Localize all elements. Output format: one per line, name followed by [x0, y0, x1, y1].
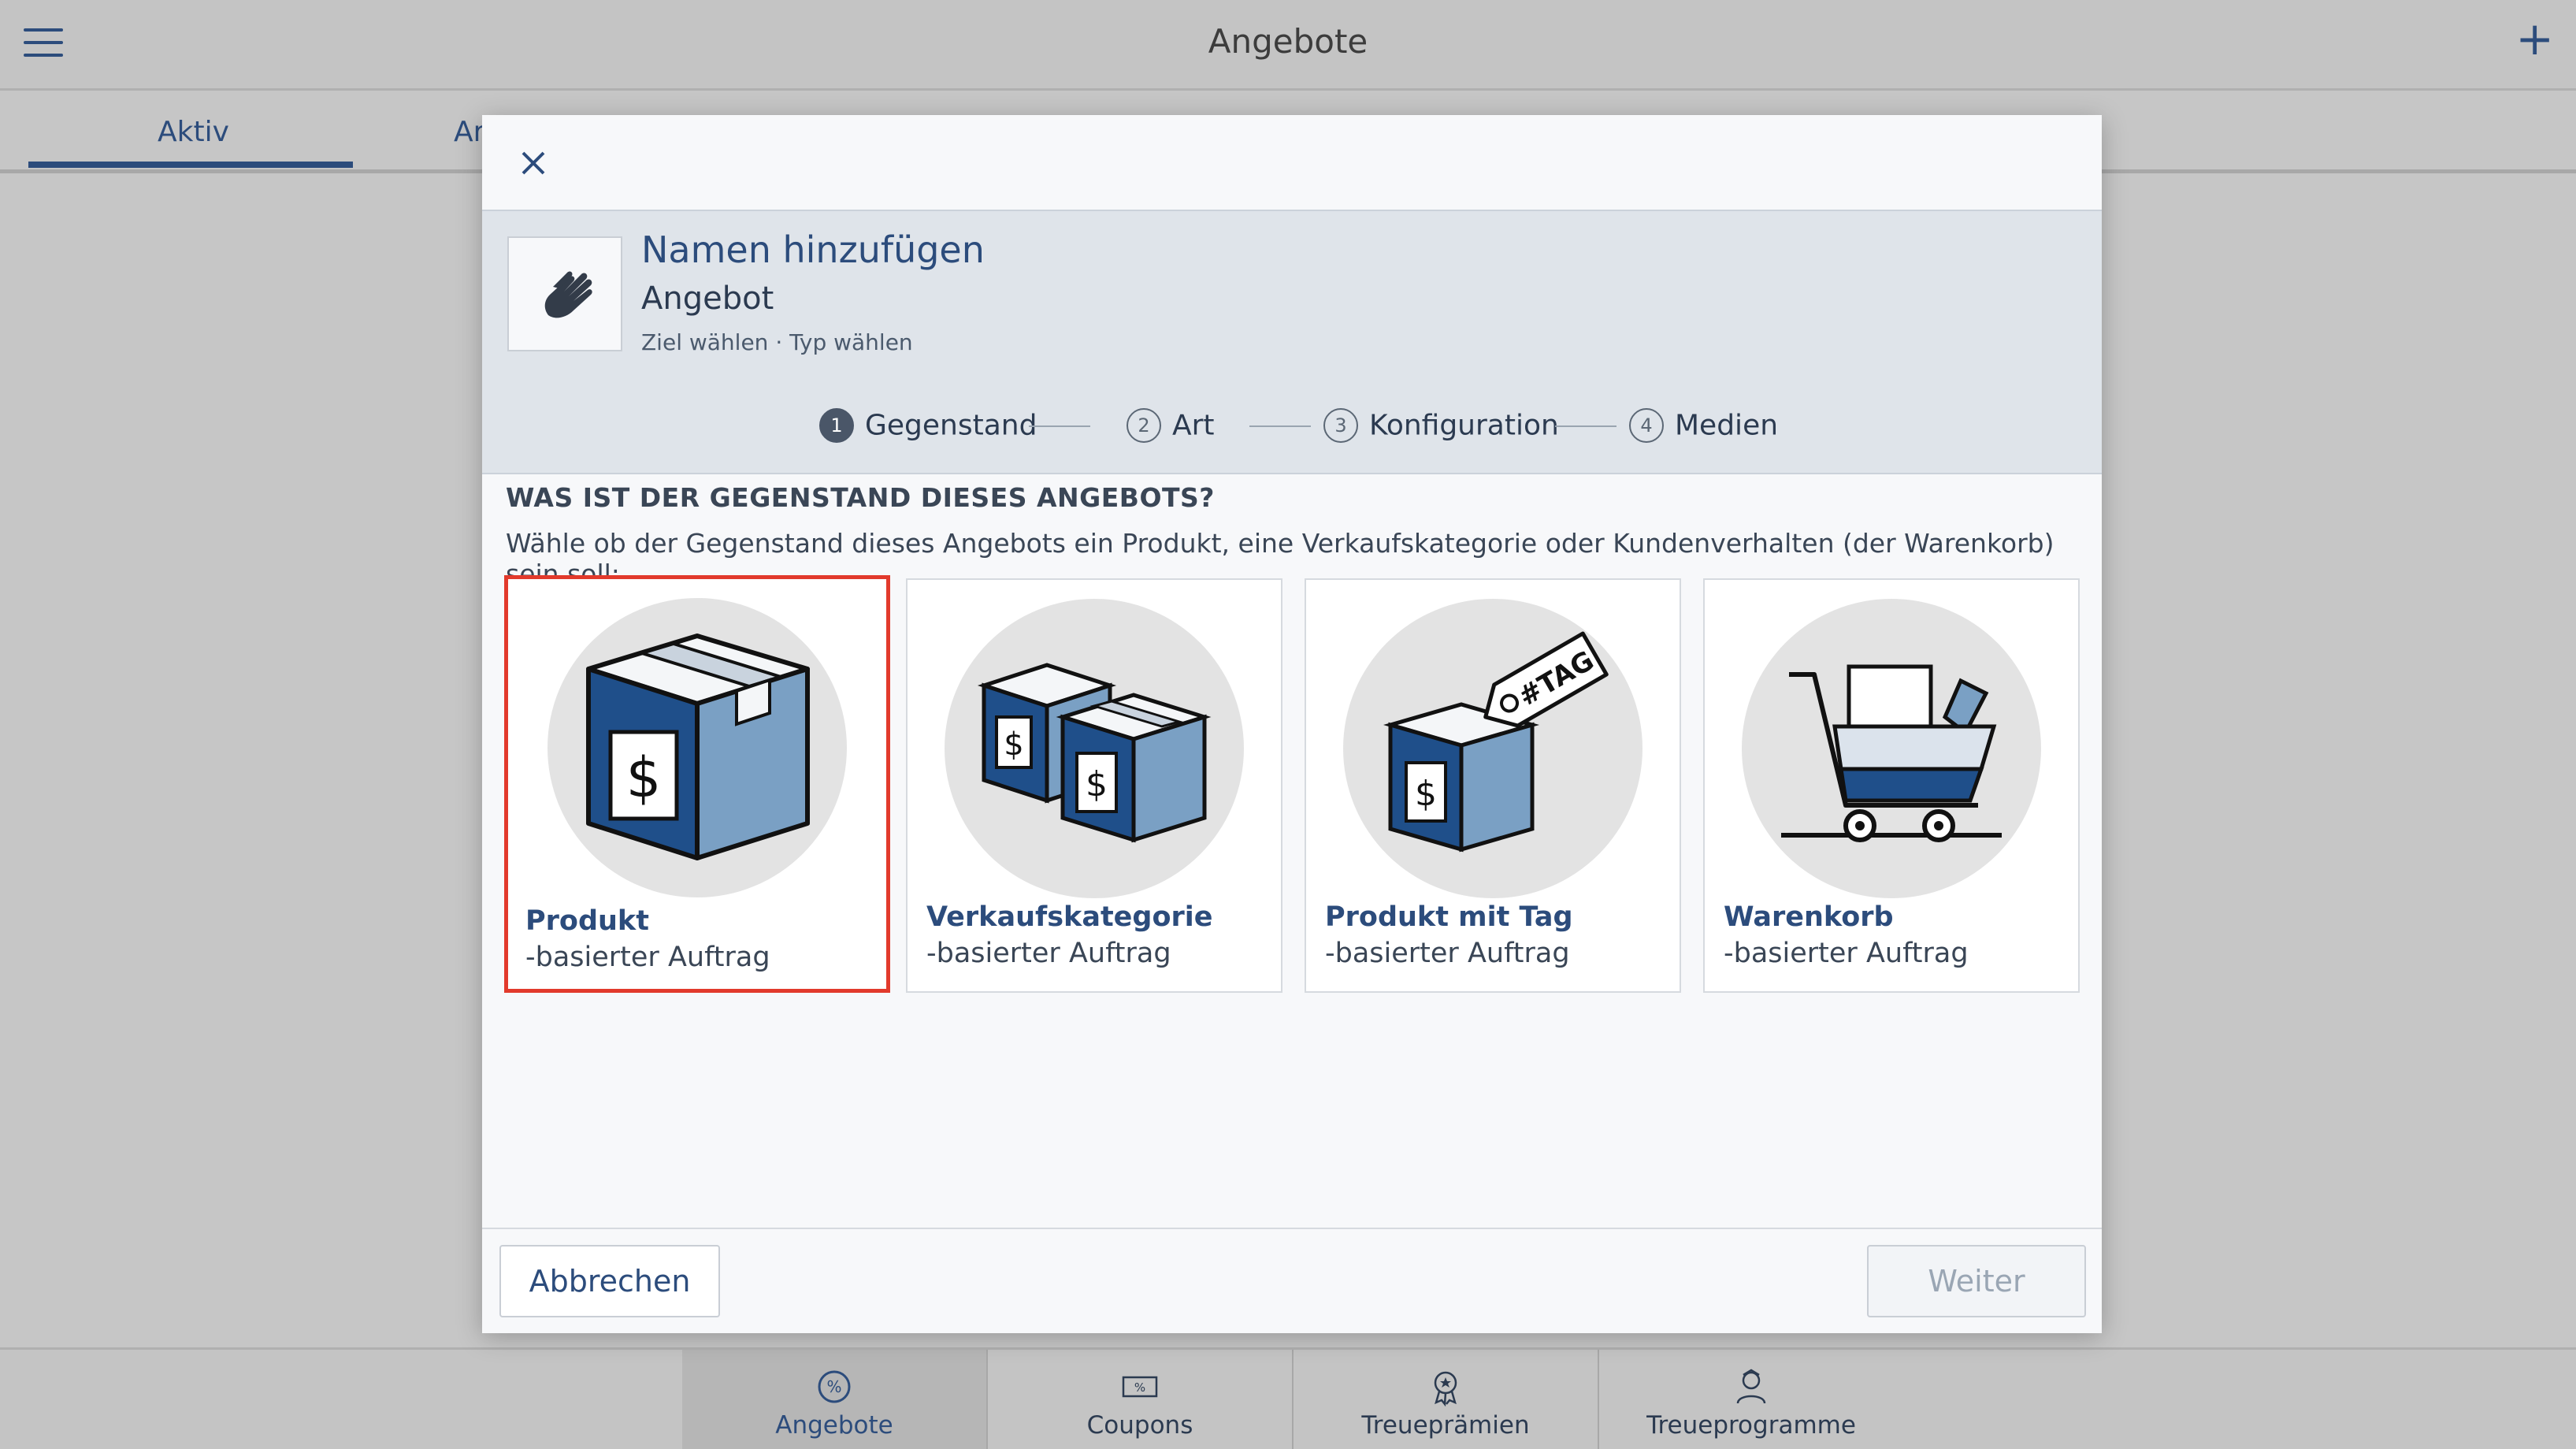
step-label: Konfiguration — [1369, 409, 1559, 442]
nav-label: Treueprogramme — [1646, 1411, 1856, 1440]
add-offer-dialog: Namen hinzufügen Angebot Ziel wählen · T… — [482, 115, 2102, 1333]
dialog-footer: Abbrechen Weiter — [482, 1228, 2102, 1333]
step-label: Art — [1172, 409, 1215, 442]
step-number: 2 — [1127, 408, 1161, 443]
option-subtitle: -basierter Auftrag — [525, 942, 770, 973]
cancel-button[interactable]: Abbrechen — [499, 1245, 720, 1317]
step-medien[interactable]: 4 Medien — [1629, 408, 1778, 443]
step-connector — [1555, 425, 1616, 427]
step-number: 4 — [1629, 408, 1664, 443]
svg-text:$: $ — [1004, 726, 1023, 763]
add-icon[interactable]: + — [2515, 16, 2554, 61]
active-tab-indicator — [28, 162, 353, 168]
svg-text:$: $ — [1086, 764, 1108, 804]
dialog-toolbar — [482, 115, 2102, 210]
question-heading: WAS IST DER GEGENSTAND DIESES ANGEBOTS? — [506, 482, 1215, 513]
option-card-warenkorb[interactable]: Warenkorb -basierter Auftrag — [1703, 578, 2080, 993]
tab-aktiv[interactable]: Aktiv — [158, 116, 229, 148]
coupon-icon: % — [988, 1367, 1292, 1406]
top-app-bar: Angebote + — [0, 0, 2576, 91]
bottom-navigation: % Angebote % Coupons Treueprämien Treuep… — [0, 1347, 2576, 1449]
dialog-title: Namen hinzufügen — [641, 228, 985, 271]
nav-item-treueprogramme[interactable]: Treueprogramme — [1599, 1350, 1903, 1449]
step-number: 3 — [1323, 408, 1358, 443]
dialog-breadcrumb: Ziel wählen · Typ wählen — [641, 329, 913, 355]
step-connector — [1249, 425, 1311, 427]
option-title: Produkt mit Tag — [1325, 901, 1573, 933]
option-title: Verkaufskategorie — [926, 901, 1213, 933]
nav-label: Coupons — [1086, 1411, 1193, 1440]
page-title: Angebote — [1208, 22, 1368, 61]
category-boxes-icon: $ $ — [945, 599, 1244, 898]
step-label: Medien — [1675, 409, 1779, 442]
tagged-product-icon: $ #TAG — [1343, 599, 1642, 898]
dialog-subtitle: Angebot — [641, 281, 774, 317]
option-title: Produkt — [525, 905, 649, 937]
hand-icon — [507, 236, 622, 351]
option-title: Warenkorb — [1724, 901, 1894, 933]
option-subtitle: -basierter Auftrag — [1325, 938, 1570, 969]
nav-item-coupons[interactable]: % Coupons — [988, 1350, 1292, 1449]
svg-text:%: % — [1134, 1380, 1145, 1395]
tab-second[interactable]: Ar — [454, 116, 484, 148]
nav-item-angebote[interactable]: % Angebote — [682, 1350, 986, 1449]
step-gegenstand[interactable]: 1 Gegenstand — [819, 408, 1037, 443]
svg-text:$: $ — [626, 745, 662, 810]
dialog-header: Namen hinzufügen Angebot Ziel wählen · T… — [482, 210, 2102, 378]
shopping-cart-icon — [1742, 599, 2041, 898]
option-card-produkt-mit-tag[interactable]: $ #TAG Produkt mit Tag -basierter Auftra… — [1305, 578, 1681, 993]
option-subtitle: -basierter Auftrag — [926, 938, 1171, 969]
step-label: Gegenstand — [865, 409, 1037, 442]
loyalty-reward-icon — [1294, 1367, 1598, 1407]
step-art[interactable]: 2 Art — [1127, 408, 1215, 443]
nav-label: Treueprämien — [1361, 1411, 1530, 1440]
next-button[interactable]: Weiter — [1867, 1245, 2086, 1317]
step-number: 1 — [819, 408, 854, 443]
loyalty-program-icon — [1599, 1367, 1903, 1406]
svg-text:%: % — [826, 1377, 841, 1396]
svg-text:$: $ — [1415, 774, 1437, 814]
nav-item-treuepraemien[interactable]: Treueprämien — [1294, 1350, 1598, 1449]
option-card-verkaufskategorie[interactable]: $ $ Verkaufskategorie -basierter Auftrag — [906, 578, 1282, 993]
option-subtitle: -basierter Auftrag — [1724, 938, 1969, 969]
product-box-icon: $ — [547, 598, 847, 897]
wizard-stepper: 1 Gegenstand 2 Art 3 Konfiguration 4 Medien — [482, 377, 2102, 474]
option-card-produkt[interactable]: $ Produkt -basierter Auftrag — [504, 575, 890, 993]
step-konfiguration[interactable]: 3 Konfiguration — [1323, 408, 1559, 443]
offers-percent-icon: % — [682, 1367, 986, 1406]
close-icon[interactable] — [514, 143, 553, 183]
nav-label: Angebote — [775, 1411, 893, 1440]
step-connector — [1029, 425, 1090, 427]
